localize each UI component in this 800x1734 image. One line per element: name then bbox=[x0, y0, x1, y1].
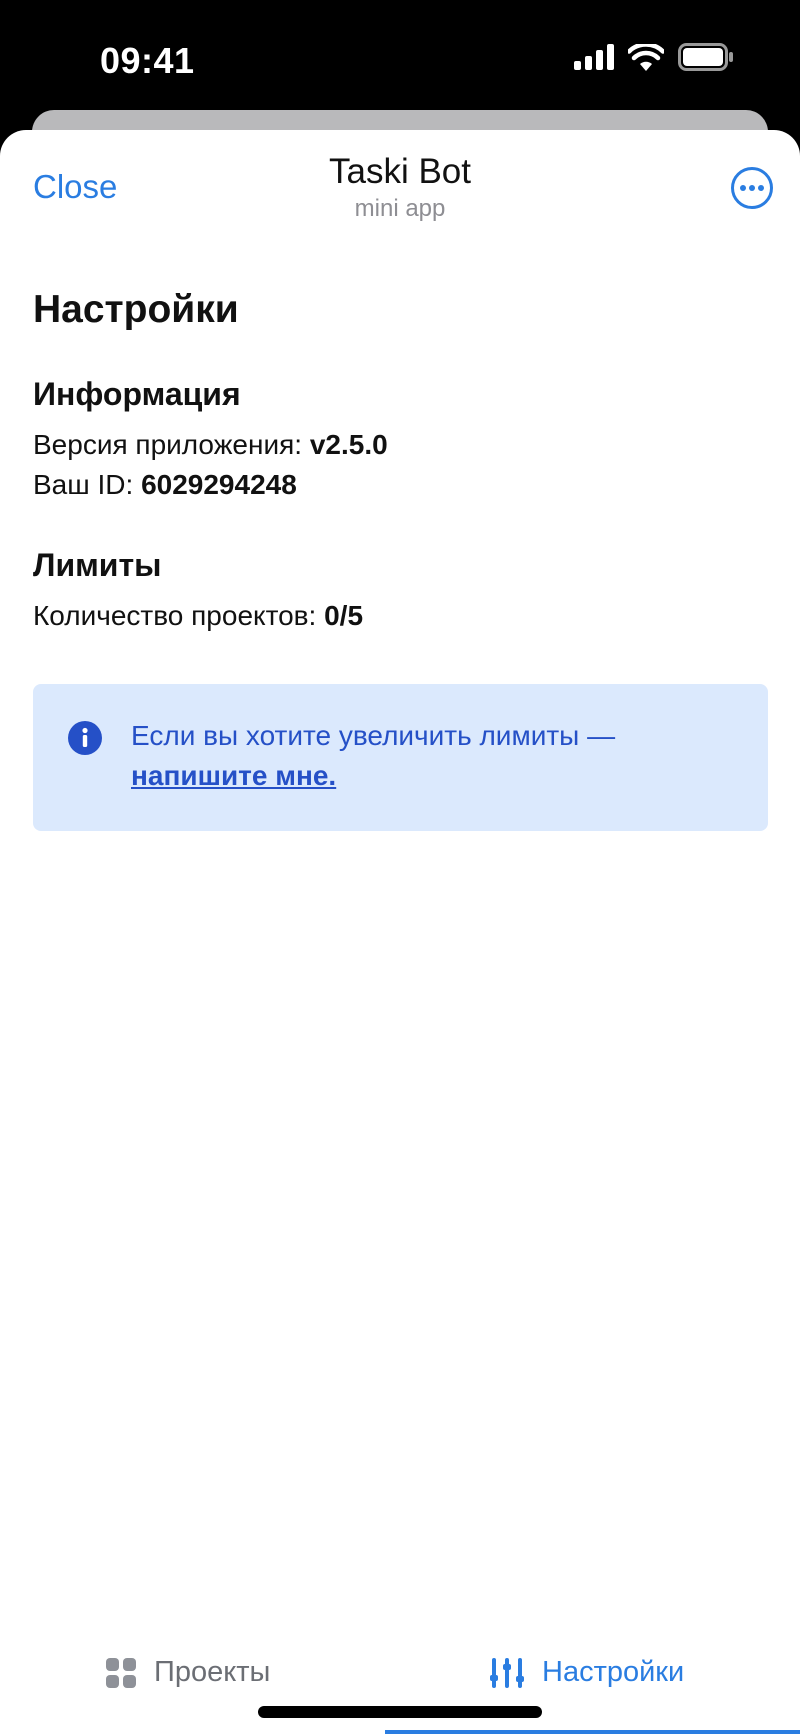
status-bar: 09:41 bbox=[0, 0, 800, 110]
limits-notice: Если вы хотите увеличить лимиты — напиши… bbox=[33, 684, 768, 831]
user-id-row: Ваш ID: 6029294248 bbox=[33, 465, 767, 505]
info-section-title: Информация bbox=[33, 376, 241, 412]
battery-icon bbox=[678, 43, 733, 71]
projects-limit-label: Количество проектов: bbox=[33, 600, 317, 631]
more-options-icon[interactable] bbox=[730, 166, 774, 210]
status-time: 09:41 bbox=[100, 40, 195, 81]
app-subtitle: mini app bbox=[354, 195, 446, 222]
version-label: Версия приложения: bbox=[33, 429, 303, 460]
wifi-icon bbox=[628, 43, 664, 71]
home-indicator bbox=[258, 1706, 542, 1718]
tab-settings[interactable]: Настройки bbox=[490, 1656, 684, 1689]
user-id-value: 6029294248 bbox=[141, 469, 297, 500]
projects-limit-row: Количество проектов: 0/5 bbox=[33, 596, 767, 636]
version-value: v2.5.0 bbox=[309, 429, 388, 460]
settings-content: Настройки Информация Версия приложения: … bbox=[33, 288, 768, 831]
user-id-label: Ваш ID: bbox=[33, 469, 134, 500]
bottom-tab-bar: Проекты Настройки bbox=[0, 1634, 800, 1734]
contact-link[interactable]: напишите мне. bbox=[131, 756, 336, 796]
notice-text-block: Если вы хотите увеличить лимиты — напиши… bbox=[131, 716, 731, 796]
notice-text: Если вы хотите увеличить лимиты — bbox=[131, 720, 616, 751]
page-title: Настройки bbox=[33, 288, 239, 331]
app-title: Taski Bot bbox=[329, 152, 471, 191]
tab-settings-label: Настройки bbox=[542, 1656, 685, 1688]
info-icon bbox=[68, 721, 102, 755]
active-tab-indicator bbox=[385, 1730, 800, 1734]
mini-app-sheet: Close Taski Bot mini app Настройки Инфор… bbox=[0, 130, 800, 1734]
sliders-icon bbox=[490, 1657, 524, 1688]
limits-section-title: Лимиты bbox=[33, 547, 162, 583]
tab-projects-label: Проекты bbox=[154, 1656, 271, 1688]
projects-limit-value: 0/5 bbox=[324, 600, 364, 631]
limits-section: Лимиты Количество проектов: 0/5 bbox=[33, 547, 767, 636]
tab-projects[interactable]: Проекты bbox=[106, 1656, 270, 1689]
version-row: Версия приложения: v2.5.0 bbox=[33, 425, 767, 465]
info-section: Информация Версия приложения: v2.5.0 Ваш… bbox=[33, 376, 767, 505]
grid-icon bbox=[106, 1657, 136, 1688]
status-icons bbox=[574, 43, 734, 71]
signal-icon bbox=[574, 44, 614, 70]
